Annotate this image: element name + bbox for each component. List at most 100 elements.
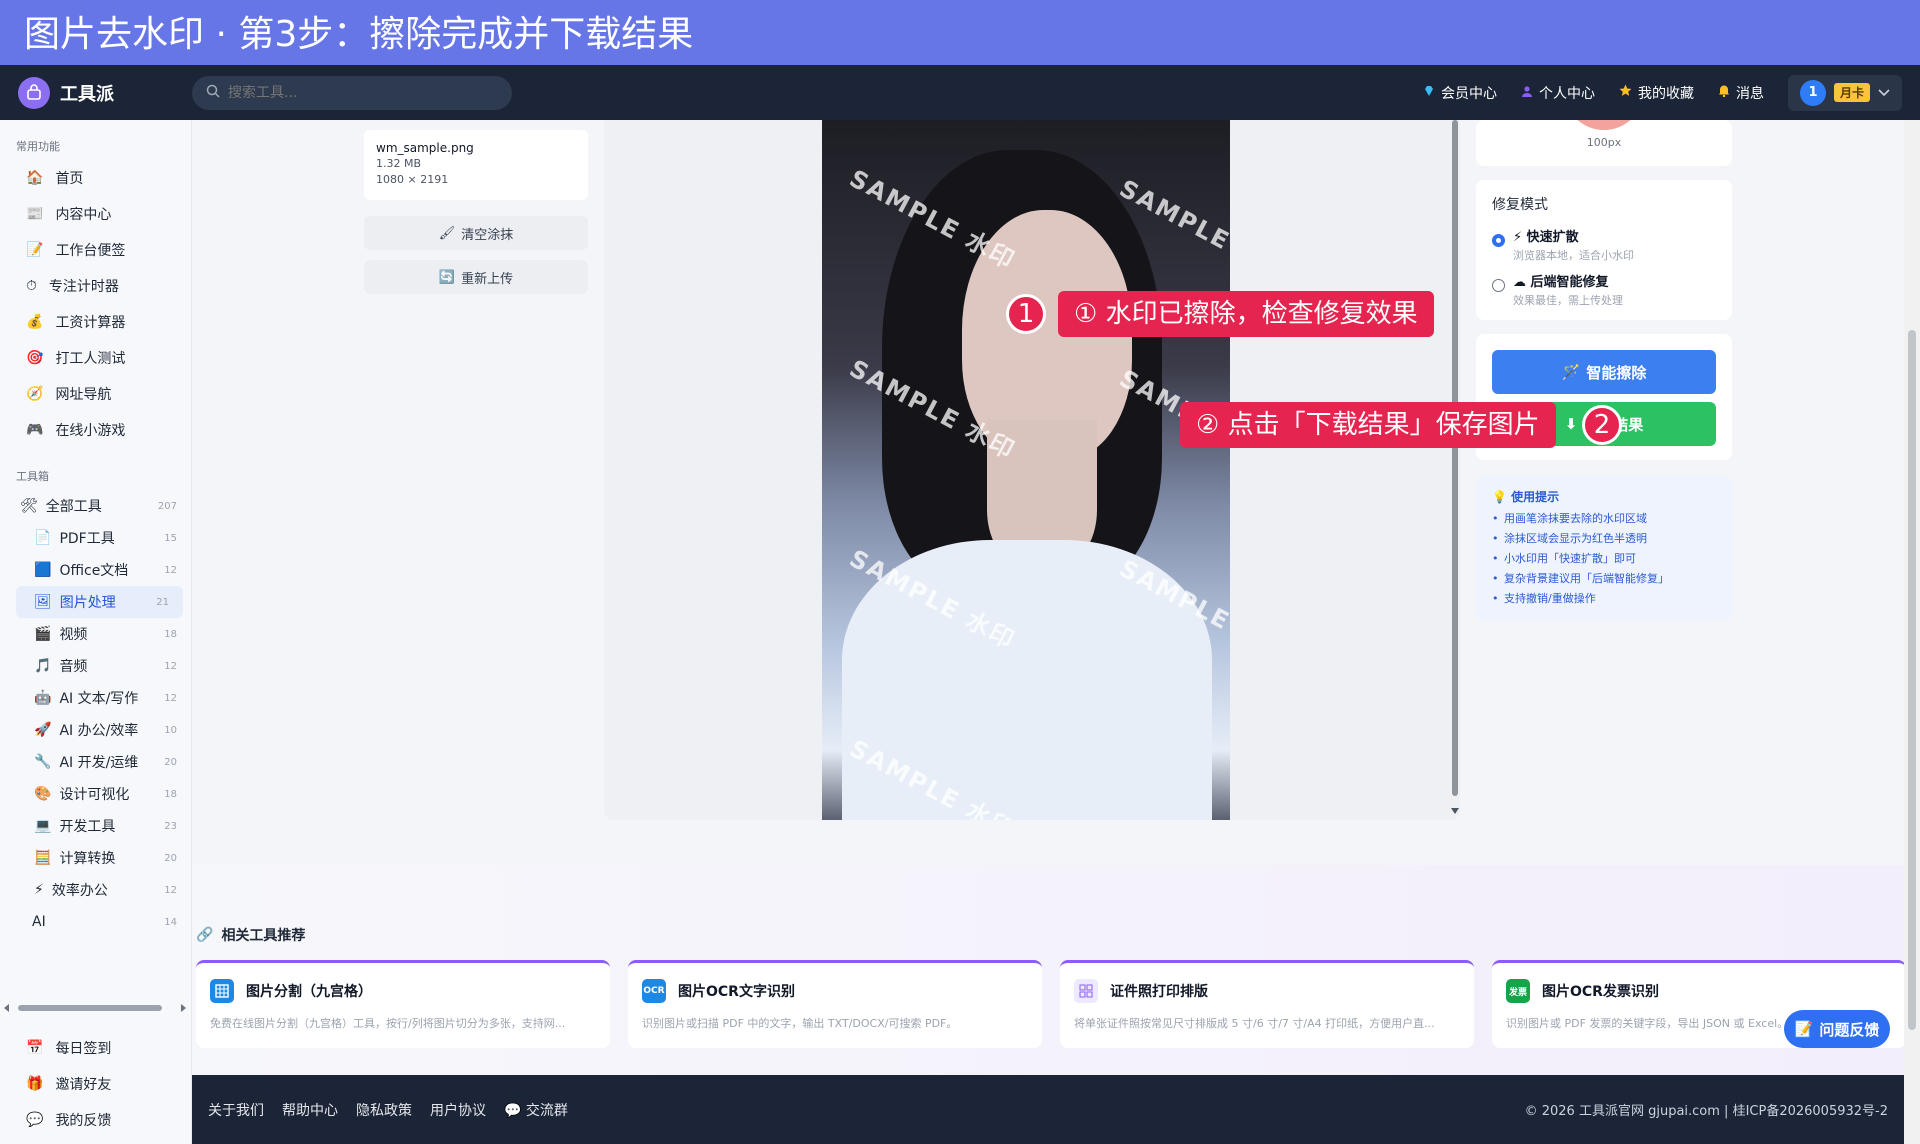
- sidebar-item-content[interactable]: 📰 内容中心: [0, 196, 191, 232]
- image-icon: 🖼: [34, 594, 52, 610]
- sidebar-item-label: 工作台便签: [55, 243, 126, 259]
- sidebar-item-all-tools[interactable]: 🛠 全部工具 207: [0, 490, 191, 522]
- user-menu[interactable]: 1 月卡: [1787, 74, 1902, 111]
- sidebar-item-home[interactable]: 🏠 首页: [0, 160, 191, 196]
- gamepad-icon: 🎮: [26, 422, 44, 438]
- canvas-scrollbar[interactable]: [1450, 120, 1460, 820]
- sidebar-item-salary[interactable]: 💰 工资计算器: [0, 304, 191, 340]
- clear-brush-button[interactable]: 🖌 清空涂抹: [364, 216, 588, 250]
- nav-profile[interactable]: 个人中心: [1521, 83, 1595, 103]
- sidebar-item-checkin[interactable]: 📅 每日签到: [0, 1030, 192, 1066]
- mode-option-fast[interactable]: ⚡ 快速扩散 浏览器本地，适合小水印: [1476, 222, 1732, 267]
- sidebar-item-count: 15: [164, 532, 177, 544]
- sidebar-item-label: 专注计时器: [48, 279, 119, 295]
- search-box[interactable]: [192, 75, 512, 110]
- sidebar-item-calc[interactable]: 🧮 计算转换 20: [0, 842, 191, 874]
- clear-brush-label: 清空涂抹: [461, 227, 514, 243]
- money-bag-icon: 💰: [26, 314, 44, 330]
- sidebar-item-label: 我的反馈: [55, 1113, 112, 1129]
- sidebar-item-audio[interactable]: 🎵 音频 12: [0, 650, 191, 682]
- footer-link-group[interactable]: 💬 交流群: [504, 1100, 568, 1120]
- sidebar-item-label: 全部工具: [45, 499, 102, 515]
- tips-title: 使用提示: [1511, 490, 1560, 504]
- sidebar-item-label: 内容中心: [55, 207, 112, 223]
- sidebar-item-feedback[interactable]: 💬 我的反馈: [0, 1102, 192, 1138]
- sidebar-item-label: 图片处理: [59, 595, 116, 611]
- mode-title-backend: 后端智能修复: [1530, 275, 1609, 290]
- bell-icon: [1718, 84, 1730, 101]
- download-icon: ⬇: [1564, 415, 1578, 433]
- sidebar-item-navigation[interactable]: 🧭 网址导航: [0, 376, 191, 412]
- sidebar-item-count: 23: [164, 820, 177, 832]
- nav-favorites[interactable]: 我的收藏: [1619, 83, 1694, 103]
- newspaper-icon: 📰: [26, 206, 44, 222]
- sidebar-item-dev[interactable]: 💻 开发工具 23: [0, 810, 191, 842]
- sidebar-item-notes[interactable]: 📝 工作台便签: [0, 232, 191, 268]
- top-navbar: 工具派 会员中心 个人中心 我的收藏 消息 1 月卡: [0, 65, 1920, 120]
- related-card-ocr[interactable]: OCR 图片OCR文字识别 识别图片或扫描 PDF 中的文字，输出 TXT/DO…: [628, 960, 1042, 1048]
- section-title-toolbox: 工具箱: [16, 470, 49, 483]
- nav-messages-label: 消息: [1735, 85, 1764, 102]
- sidebar-horizontal-scrollbar[interactable]: [0, 1000, 192, 1016]
- smart-erase-button[interactable]: 🪄 智能擦除: [1492, 350, 1716, 394]
- sidebar-item-ai-writing[interactable]: 🤖 AI 文本/写作 12: [0, 682, 191, 714]
- mode-option-backend[interactable]: ☁ 后端智能修复 效果最佳，需上传处理: [1476, 267, 1732, 312]
- abacus-icon: 🧮: [34, 850, 52, 866]
- nav-vip[interactable]: 会员中心: [1423, 83, 1497, 103]
- sidebar-item-label: PDF工具: [59, 531, 115, 547]
- sidebar-item-timer[interactable]: ⏱ 专注计时器: [0, 268, 191, 304]
- nav-profile-label: 个人中心: [1538, 85, 1595, 102]
- feedback-label: 问题反馈: [1819, 1020, 1880, 1039]
- sidebar-item-office[interactable]: 🟦 Office文档 12: [0, 554, 191, 586]
- brand-name[interactable]: 工具派: [60, 80, 114, 106]
- radio-fast[interactable]: [1492, 234, 1505, 247]
- page-scrollbar[interactable]: [1904, 120, 1920, 1144]
- sidebar-item-video[interactable]: 🎬 视频 18: [0, 618, 191, 650]
- sidebar-item-label: 计算转换: [59, 851, 116, 867]
- sidebar-item-pdf[interactable]: 📄 PDF工具 15: [0, 522, 191, 554]
- diamond-icon: [1423, 85, 1435, 101]
- sidebar-item-label: 邀请好友: [55, 1077, 112, 1093]
- sidebar-item-label: 工资计算器: [55, 315, 126, 331]
- sidebar-item-ai-office[interactable]: 🚀 AI 办公/效率 10: [0, 714, 191, 746]
- brush-size-value: 100px: [1586, 136, 1622, 149]
- file-info-card: wm_sample.png 1.32 MB 1080 × 2191: [364, 130, 588, 200]
- related-card-grid-split[interactable]: 图片分割（九宫格） 免费在线图片分割（九宫格）工具，按行/列将图片切分为多张，支…: [196, 960, 610, 1048]
- sidebar-item-label: AI 文本/写作: [59, 691, 139, 707]
- footer-link-terms[interactable]: 用户协议: [430, 1100, 486, 1120]
- sidebar-item-ai[interactable]: AI 14: [0, 906, 191, 938]
- related-title-text: 相关工具推荐: [221, 928, 306, 944]
- music-note-icon: 🎵: [34, 658, 52, 674]
- related-card-id-photo[interactable]: 证件照打印排版 将单张证件照按常见尺寸排版成 5 寸/6 寸/7 寸/A4 打印…: [1060, 960, 1474, 1048]
- banner-title: 图片去水印 · 第3步：擦除完成并下载结果: [24, 14, 694, 55]
- sidebar-item-count: 10: [164, 724, 177, 736]
- footer-link-about[interactable]: 关于我们: [208, 1100, 264, 1120]
- logo-icon[interactable]: [18, 76, 50, 109]
- image-canvas[interactable]: SAMPLE 水印 SAMPLE 水印 SAMPLE 水印 SAMPLE 水印 …: [822, 120, 1230, 820]
- sidebar-item-label: 网址导航: [55, 387, 112, 403]
- sidebar-item-test[interactable]: 🎯 打工人测试: [0, 340, 191, 376]
- sidebar-item-games[interactable]: 🎮 在线小游戏: [0, 412, 191, 448]
- layout-icon: [1074, 979, 1098, 1003]
- feedback-button[interactable]: 📝 问题反馈: [1784, 1010, 1890, 1048]
- link-icon: 🔗: [196, 927, 214, 943]
- search-icon: [206, 84, 220, 102]
- calendar-icon: 📅: [26, 1040, 44, 1056]
- page-scrollbar-thumb[interactable]: [1908, 330, 1916, 1030]
- sidebar-item-invite[interactable]: 🎁 邀请好友: [0, 1066, 192, 1102]
- search-input[interactable]: [228, 84, 488, 101]
- sidebar-item-image[interactable]: 🖼 图片处理 21: [16, 586, 183, 618]
- sidebar: 常用功能 🏠 首页 📰 内容中心 📝 工作台便签 ⏱ 专注计时器 💰 工资计算器 🎯 打工人…: [0, 120, 192, 1144]
- sidebar-item-efficiency[interactable]: ⚡ 效率办公 12: [0, 874, 191, 906]
- related-card-desc: 免费在线图片分割（九宫格）工具，按行/列将图片切分为多张，支持网...: [210, 1017, 566, 1030]
- sidebar-item-ai-dev[interactable]: 🔧 AI 开发/运维 20: [0, 746, 191, 778]
- nav-vip-label: 会员中心: [1440, 85, 1497, 102]
- footer-link-privacy[interactable]: 隐私政策: [356, 1100, 412, 1120]
- nav-messages[interactable]: 消息: [1718, 83, 1764, 103]
- radio-backend[interactable]: [1492, 279, 1505, 292]
- tip-item: 复杂背景建议用「后端智能修复」: [1492, 569, 1716, 589]
- reupload-button[interactable]: 🔄 重新上传: [364, 260, 588, 294]
- footer-link-help[interactable]: 帮助中心: [282, 1100, 338, 1120]
- lightning-icon: ⚡: [1513, 230, 1523, 245]
- sidebar-item-design[interactable]: 🎨 设计可视化 18: [0, 778, 191, 810]
